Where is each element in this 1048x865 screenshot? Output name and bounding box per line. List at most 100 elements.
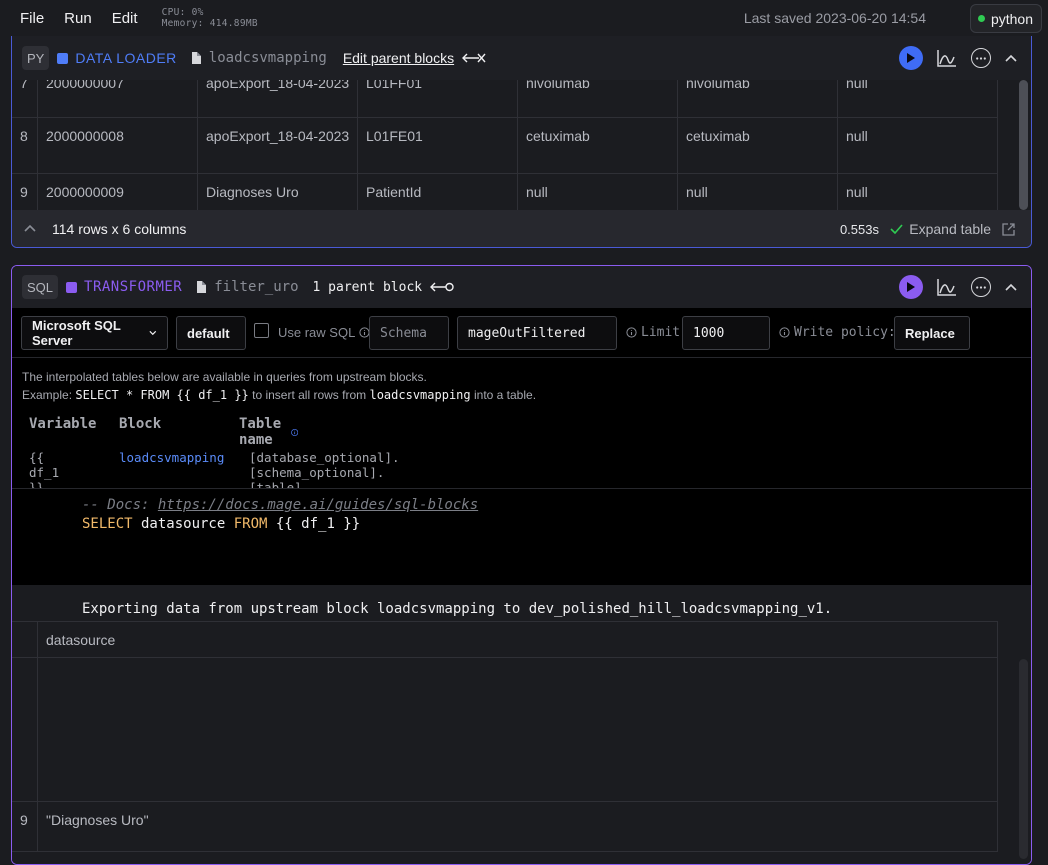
chevron-up-icon [1005,54,1017,62]
schema-input[interactable]: Schema [369,316,449,350]
table-cell: apoExport_18-04-2023 [197,117,358,174]
keyword-from: FROM [233,516,268,532]
menu-file[interactable]: File [14,10,50,27]
code-table: {{ df_1 }} [267,516,361,532]
limit-input[interactable]: 1000 [682,316,770,350]
output-table: datasource 9 "Diagnoses Uro" [12,621,998,852]
cpu-usage: CPU: 0% [161,7,204,18]
table-row: 8 2000000008 apoExport_18-04-2023 L01FE0… [12,117,998,174]
limit-text: Limit [641,325,681,340]
block-actions [899,46,1017,70]
file-icon [196,281,207,293]
raw-sql-label: Use raw SQL [278,325,370,340]
menu-run[interactable]: Run [58,10,98,27]
row-number: 9 [12,801,38,852]
expand-table-link[interactable]: Expand table [909,221,991,237]
table-cell: null [837,117,998,174]
write-policy-select[interactable]: Replace [894,316,970,350]
block-type-label: TRANSFORMER [84,279,183,295]
row-number: 9 [12,173,38,212]
file-icon [191,52,201,64]
collapse-block-button[interactable] [1005,283,1017,291]
table-name-input[interactable]: mageOutFiltered [457,316,617,350]
info-icon[interactable] [290,426,298,439]
table-cell: L01FE01 [357,117,518,174]
collapse-output-button[interactable] [24,224,36,232]
example-mid: to insert all rows from [252,388,367,402]
limit-value: 1000 [693,325,725,341]
table-row [12,657,998,802]
table-scrollbar[interactable] [1019,80,1028,210]
code-line-1: -- Docs: https://docs.mage.ai/guides/sql… [82,497,478,513]
ellipsis-icon [976,56,986,60]
chevron-up-icon [1005,283,1017,291]
external-link-icon[interactable] [1002,223,1015,236]
output-table: 7 2000000007 apoExport_18-04-2023 L01FF0… [12,64,998,212]
example-prefix: Example: [22,388,73,402]
table-cell: Diagnoses Uro [197,173,358,212]
kernel-name: python [990,10,1033,27]
block-actions [899,275,1017,299]
profile-select[interactable]: default [176,316,246,350]
interpolation-example: Example: SELECT * FROM {{ df_1 }} to ins… [22,386,536,404]
kernel-status-dot [977,15,985,22]
code-editor[interactable]: -- Docs: https://docs.mage.ai/guides/sql… [12,488,1031,585]
menu-edit[interactable]: Edit [106,10,144,27]
output-scrollbar[interactable] [1019,659,1028,859]
edit-parent-blocks-link[interactable]: Edit parent blocks [343,50,454,66]
more-options-button[interactable] [971,277,991,297]
table-cell [37,657,998,802]
table-cell: cetuximab [677,117,838,174]
use-raw-sql-checkbox[interactable] [254,323,269,338]
run-block-button[interactable] [899,275,923,299]
resource-stats: CPU: 0% Memory: 414.89MB [162,7,258,29]
docs-link[interactable]: https://docs.mage.ai/guides/sql-blocks [158,497,478,513]
row-number: 8 [12,117,38,174]
table-cell: null [837,173,998,212]
schema-placeholder: Schema [380,325,427,341]
interpolation-help: The interpolated tables below are availa… [22,368,536,404]
data-loader-block: 7 2000000007 apoExport_18-04-2023 L01FF0… [11,36,1032,248]
block-link[interactable]: loadcsvmapping [119,450,224,465]
block-name[interactable]: filter_uro [214,279,298,295]
run-block-button[interactable] [899,46,923,70]
block-header-col: Block [119,416,162,432]
block-color-indicator [66,281,78,293]
connection-select-value: Microsoft SQL Server [32,318,121,348]
chart-icon[interactable] [937,49,957,67]
chart-icon[interactable] [937,278,957,296]
table-cell: 2000000009 [37,173,198,212]
table-header-row: datasource [12,621,998,658]
write-policy-text: Write policy: [794,325,896,340]
example-code: SELECT * FROM {{ df_1 }} [75,388,249,402]
write-policy-value: Replace [905,325,955,341]
table-cell: null [677,173,838,212]
export-message: Exporting data from upstream block loadc… [82,601,833,617]
table-row: 9 2000000009 Diagnoses Uro PatientId nul… [12,173,998,212]
interpolation-help-line: The interpolated tables below are availa… [22,370,427,384]
connection-select[interactable]: Microsoft SQL Server [21,316,168,350]
parent-blocks-count[interactable]: 1 parent block [313,280,423,295]
table-name-header-text: Table name [239,416,282,448]
collapse-block-button[interactable] [1005,54,1017,62]
kernel-status-button[interactable]: python [969,4,1042,33]
write-policy-label: Write policy: [779,325,896,340]
profile-select-value: default [187,325,230,341]
table-cell: 2000000008 [37,117,198,174]
more-options-button[interactable] [971,48,991,68]
chevron-up-icon [24,224,36,232]
code-comment: -- Docs: [82,497,158,513]
execution-time: 0.553s [839,222,879,237]
check-icon [890,224,903,234]
table-row: 9 "Diagnoses Uro" [12,801,998,852]
sql-config-bar: Microsoft SQL Server default Use raw SQL… [12,308,1031,358]
disconnect-icon [462,52,486,64]
info-icon [626,327,637,338]
transformer-block: SQL TRANSFORMER filter_uro 1 parent bloc… [11,265,1032,865]
example-suffix: into a table. [473,388,537,402]
memory-usage: Memory: 414.89MB [161,18,258,29]
block-header: SQL TRANSFORMER filter_uro 1 parent bloc… [12,266,1031,308]
block-name[interactable]: loadcsvmapping [209,50,327,66]
block-output: Exporting data from upstream block loadc… [12,585,1031,864]
keyword-select: SELECT [82,516,133,532]
